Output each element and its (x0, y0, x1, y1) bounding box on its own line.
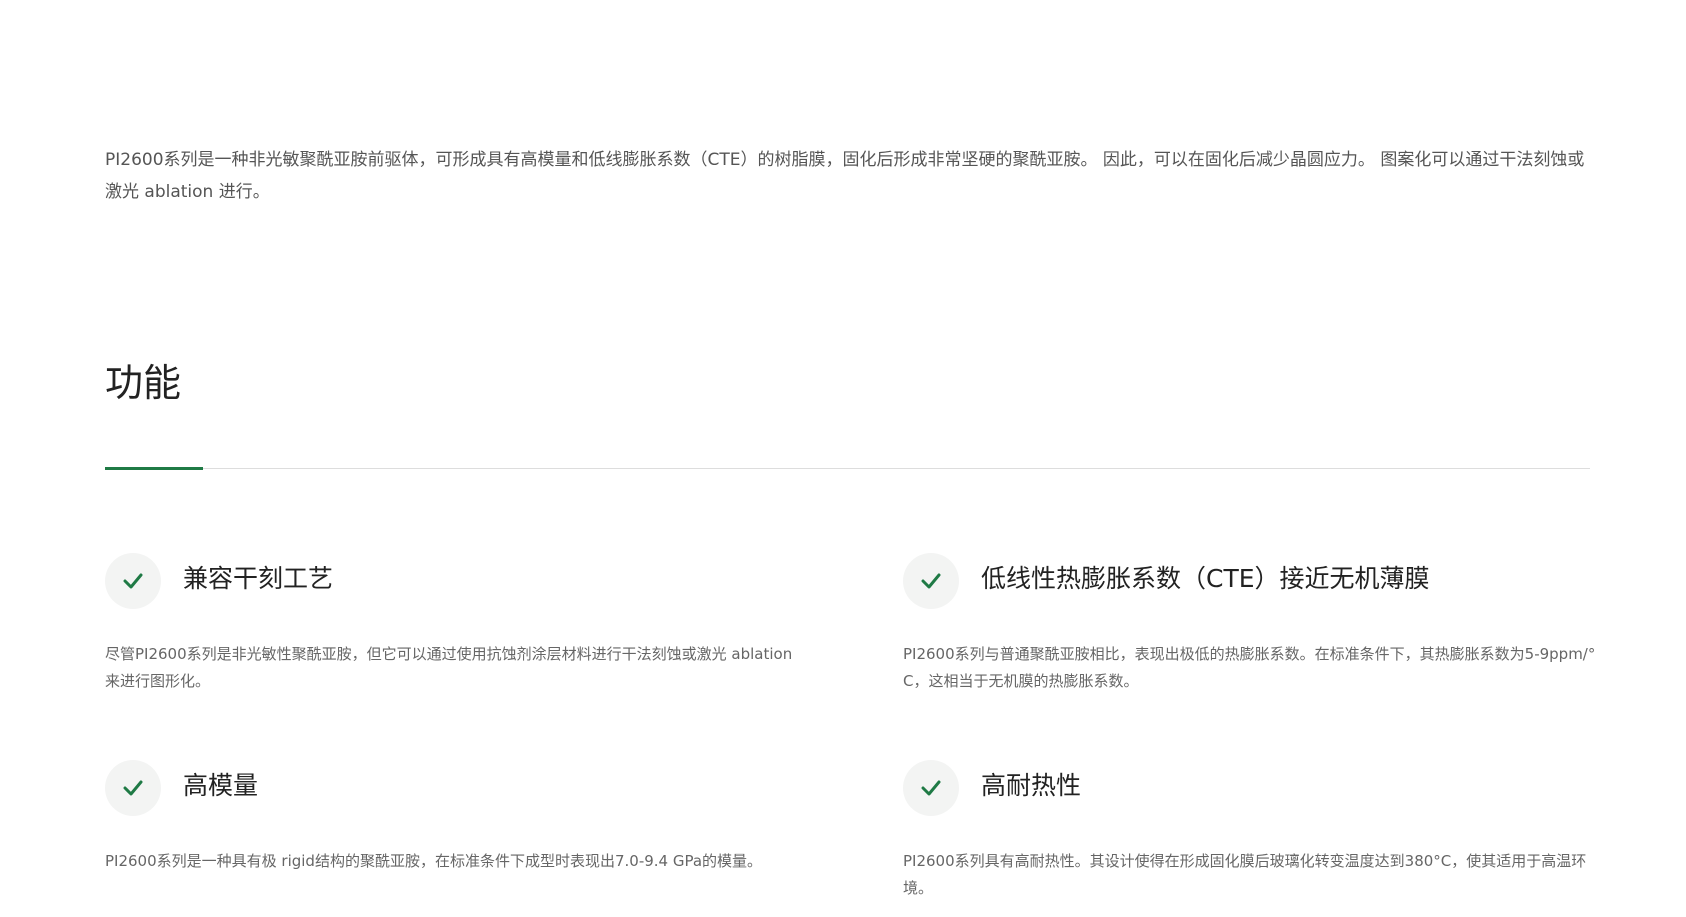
check-icon (903, 760, 959, 816)
intro-paragraph: PI2600系列是一种非光敏聚酰亚胺前驱体，可形成具有高模量和低线膨胀系数（CT… (105, 150, 1585, 202)
check-icon (105, 553, 161, 609)
feature-description: 尽管PI2600系列是非光敏性聚酰亚胺，但它可以通过使用抗蚀剂涂层材料进行干法刻… (105, 645, 793, 690)
feature-heat-resistance: 高耐热性 PI2600系列具有高耐热性。其设计使得在形成固化膜后玻璃化转变温度达… (903, 760, 1603, 897)
feature-header: 兼容干刻工艺 (105, 553, 805, 609)
feature-description: PI2600系列具有高耐热性。其设计使得在形成固化膜后玻璃化转变温度达到380°… (903, 852, 1587, 897)
feature-title: 高耐热性 (981, 771, 1082, 800)
feature-description: PI2600系列与普通聚酰亚胺相比，表现出极低的热膨胀系数。在标准条件下，其热膨… (903, 645, 1596, 690)
check-icon (105, 760, 161, 816)
feature-title: 兼容干刻工艺 (183, 564, 334, 593)
feature-header: 低线性热膨胀系数（CTE）接近无机薄膜 (903, 553, 1603, 609)
feature-dry-etch: 兼容干刻工艺 尽管PI2600系列是非光敏性聚酰亚胺，但它可以通过使用抗蚀剂涂层… (105, 553, 805, 690)
feature-high-modulus: 高模量 PI2600系列是一种具有极 rigid结构的聚酰亚胺，在标准条件下成型… (105, 760, 805, 870)
section-divider-accent (105, 467, 203, 470)
feature-title: 低线性热膨胀系数（CTE）接近无机薄膜 (981, 564, 1430, 593)
section-divider (105, 468, 1590, 469)
section-title: 功能 (105, 361, 182, 405)
feature-low-cte: 低线性热膨胀系数（CTE）接近无机薄膜 PI2600系列与普通聚酰亚胺相比，表现… (903, 553, 1603, 690)
feature-title: 高模量 (183, 771, 259, 800)
feature-description: PI2600系列是一种具有极 rigid结构的聚酰亚胺，在标准条件下成型时表现出… (105, 852, 763, 870)
check-icon (903, 553, 959, 609)
feature-header: 高耐热性 (903, 760, 1603, 816)
feature-header: 高模量 (105, 760, 805, 816)
